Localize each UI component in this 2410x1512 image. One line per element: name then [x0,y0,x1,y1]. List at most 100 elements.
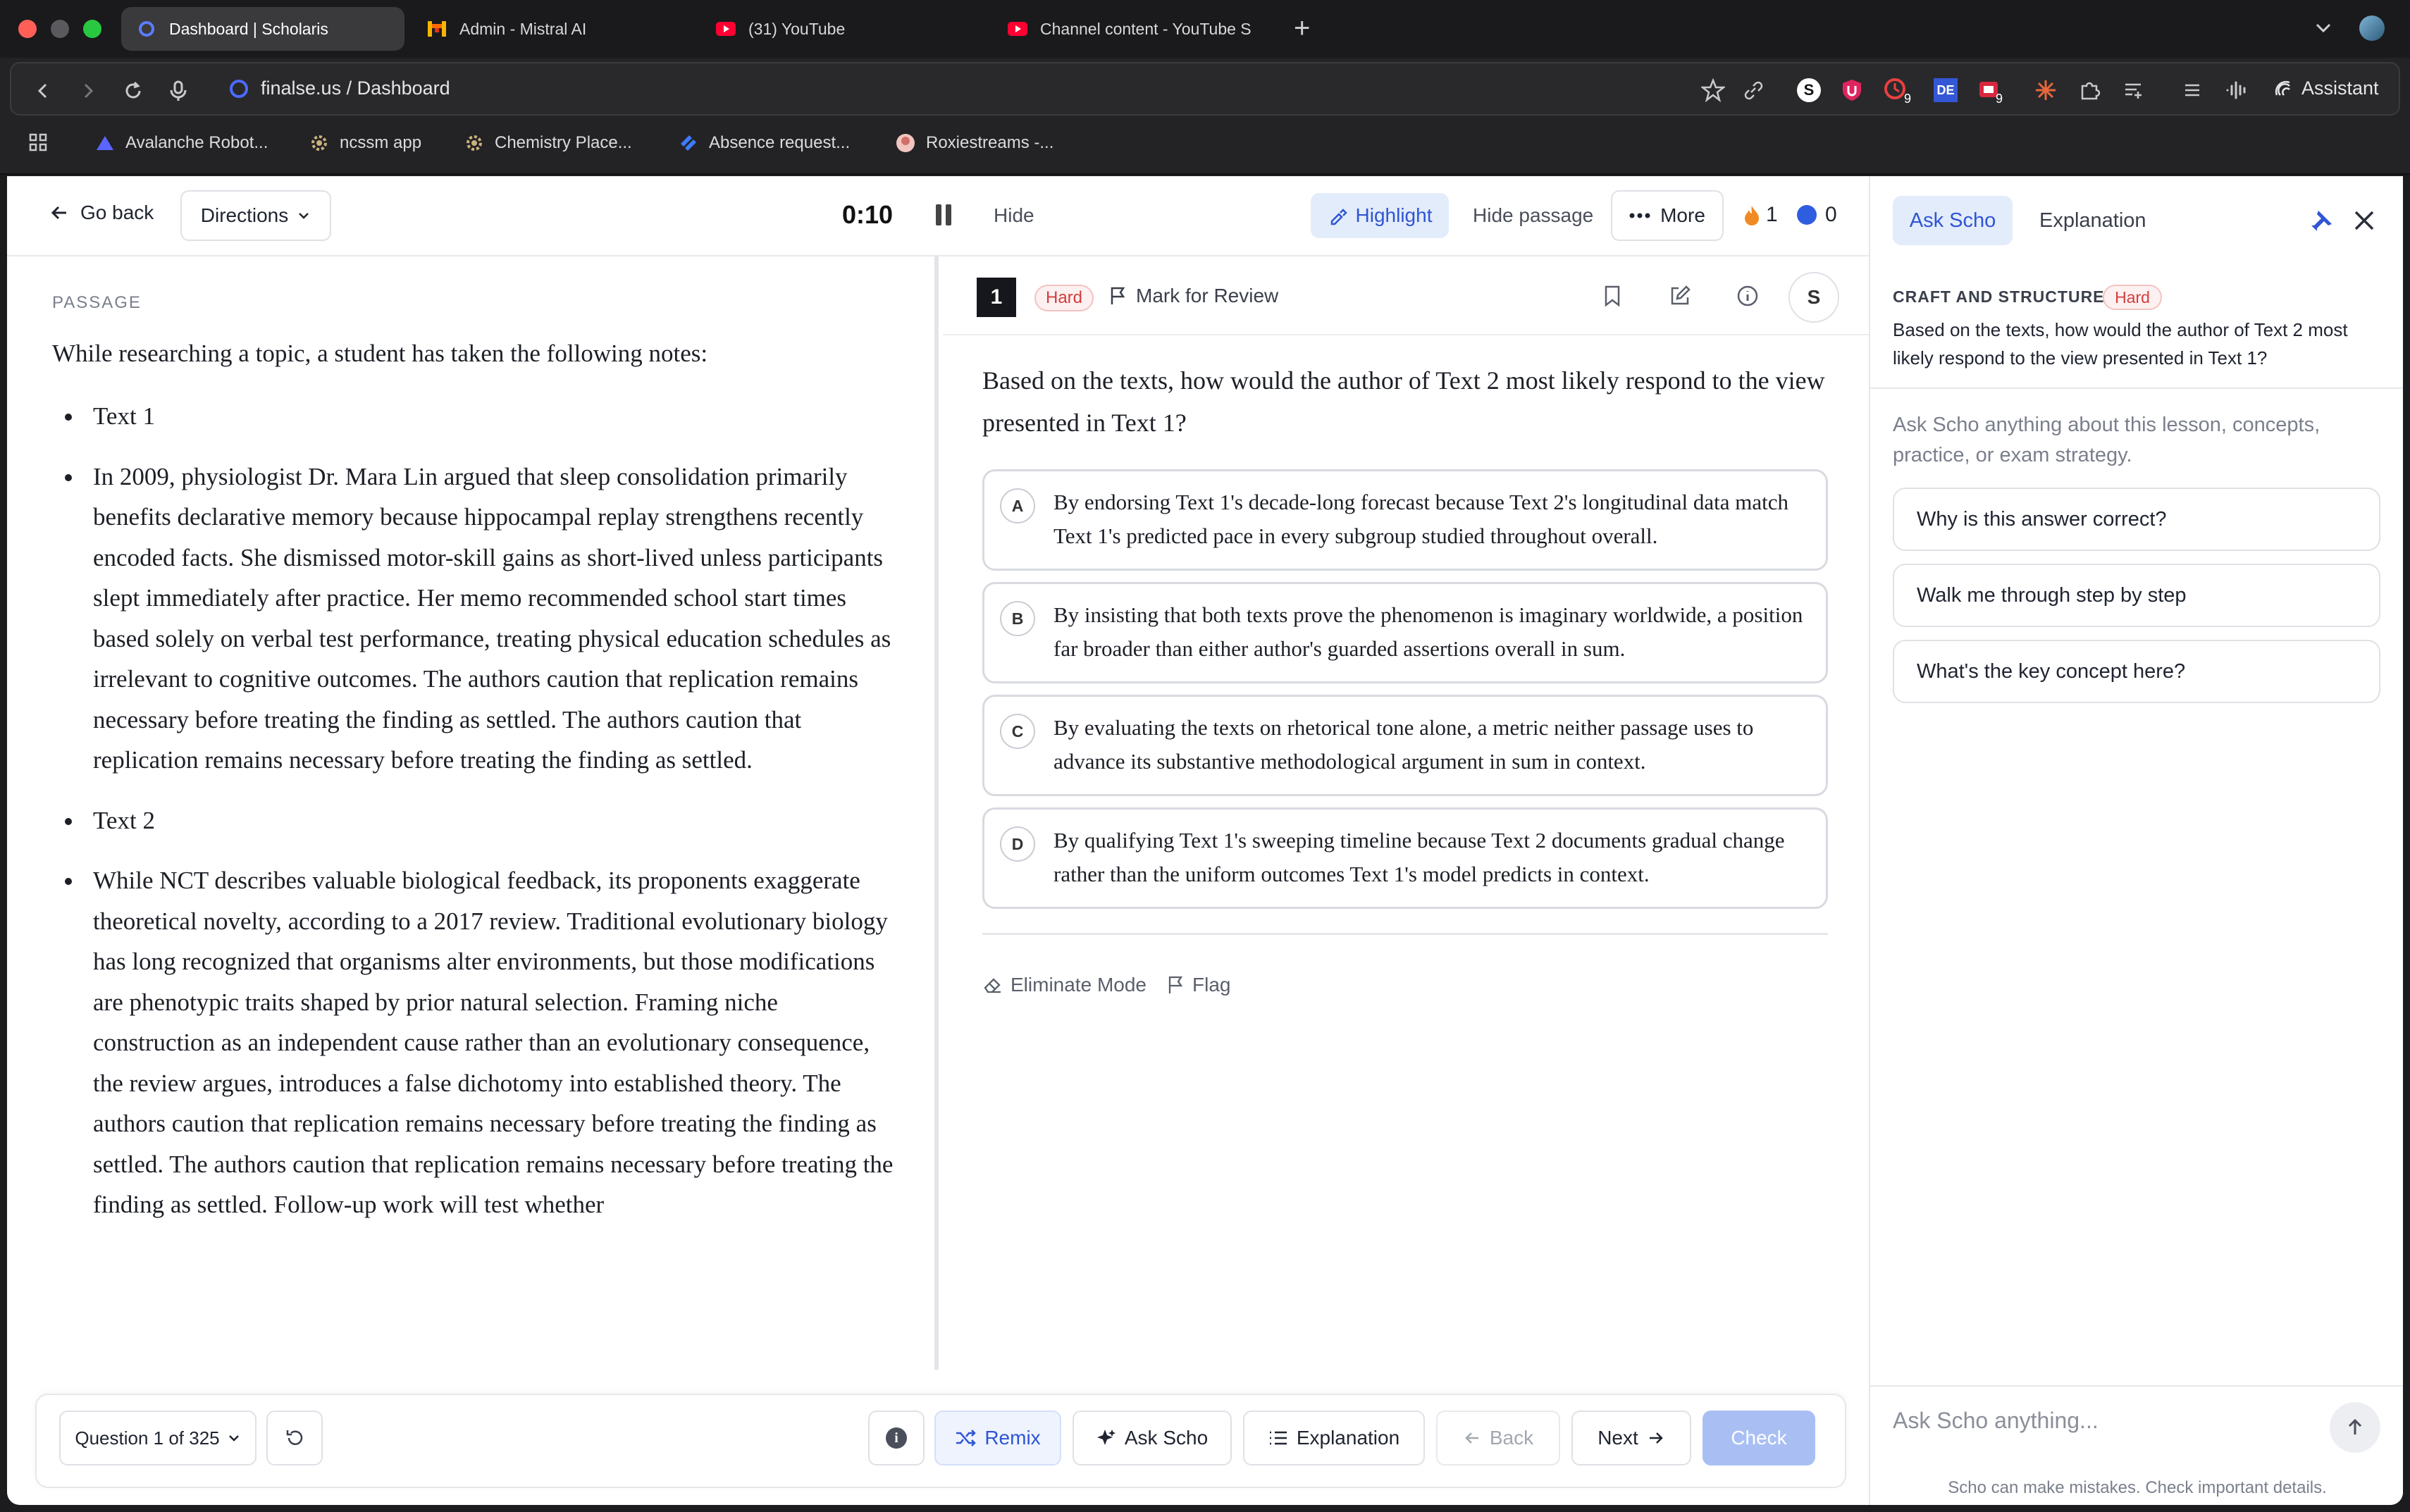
ask-scho-input[interactable]: Ask Scho anything... [1893,1408,2099,1434]
tab-youtube-channel[interactable]: Channel content - YouTube S [992,7,1274,51]
tab-ask-scho[interactable]: Ask Scho [1893,196,2013,245]
bookmark-star-icon[interactable] [1701,76,1725,104]
info-button[interactable]: i [868,1411,925,1465]
go-back-button[interactable]: Go back [49,202,154,224]
extension-de-icon[interactable]: DE [1934,76,1958,104]
pause-icon[interactable] [936,204,953,225]
arrow-right-icon [1647,1429,1665,1447]
chevron-down-icon [297,209,311,223]
link-icon[interactable] [1742,76,1765,104]
tab-dashboard[interactable]: Dashboard | Scholaris [121,7,404,51]
timer-extension-icon[interactable]: 9 [1883,76,1911,106]
pin-icon[interactable] [2309,209,2334,237]
directions-dropdown[interactable]: Directions [180,190,331,241]
tab-mistral[interactable]: Admin - Mistral AI [412,7,686,51]
send-button[interactable] [2330,1402,2380,1453]
ublock-shield-icon[interactable] [1841,76,1863,104]
suggestion-chip[interactable]: What's the key concept here? [1893,640,2380,703]
bookmark-label: Roxiestreams -... [926,133,1054,152]
flag-button[interactable]: Flag [1167,974,1230,996]
explanation-button[interactable]: Explanation [1243,1411,1425,1465]
user-avatar[interactable]: S [1788,272,1839,323]
hide-timer-button[interactable]: Hide [994,204,1034,227]
bookmark-avalanche[interactable]: Avalanche Robot... [94,132,268,154]
directions-label: Directions [200,204,289,226]
passage-note: Text 2 [52,800,898,841]
highlight-label: Highlight [1355,204,1433,226]
question-selector-dropdown[interactable]: Question 1 of 325 [59,1411,257,1465]
more-button[interactable]: More [1611,190,1724,241]
choice-letter: B [1000,601,1035,636]
apps-grid-icon[interactable] [28,132,48,152]
tab-youtube[interactable]: (31) YouTube [700,7,982,51]
close-window-button[interactable] [18,20,37,38]
flag-icon [1109,286,1126,306]
mark-for-review-label: Mark for Review [1136,285,1279,306]
chevron-down-icon[interactable] [2313,17,2334,42]
forward-arrow-icon[interactable] [76,79,100,103]
remix-button[interactable]: Remix [934,1411,1061,1465]
extension-s-icon[interactable]: S [1797,76,1821,104]
bookmark-label: Avalanche Robot... [125,133,268,152]
bookmark-chemistry[interactable]: Chemistry Place... [464,132,632,154]
edit-note-icon[interactable] [1666,282,1694,310]
reload-icon[interactable] [121,79,145,103]
new-tab-button[interactable]: + [1294,13,1310,44]
bookmark-label: ncssm app [340,133,422,152]
info-icon[interactable] [1734,282,1762,310]
mark-for-review-button[interactable]: Mark for Review [1109,285,1278,307]
close-icon[interactable] [2352,209,2376,236]
answer-choice-a[interactable]: A By endorsing Text 1's decade-long fore… [982,469,1828,571]
explanation-label: Explanation [1296,1427,1400,1449]
question-number: 1 [977,278,1016,317]
answer-choice-d[interactable]: D By qualifying Text 1's sweeping timeli… [982,807,1828,909]
check-button[interactable]: Check [1703,1411,1815,1465]
choice-letter: D [1000,826,1035,862]
back-button[interactable]: Back [1436,1411,1560,1465]
bookmark-roxiestreams[interactable]: Roxiestreams -... [895,132,1053,154]
url-domain: finalse.us [261,78,342,99]
sparkle-extension-icon[interactable] [2034,76,2058,104]
choice-text: By endorsing Text 1's decade-long foreca… [1053,490,1789,548]
profile-avatar[interactable] [2359,16,2385,41]
hide-label: Hide [994,204,1034,226]
choice-text: By insisting that both texts prove the p… [1053,602,1803,661]
tab-explanation[interactable]: Explanation [2039,196,2146,245]
sidebar-menu-icon[interactable] [2182,76,2203,104]
minimize-window-button[interactable] [51,20,69,38]
reset-button[interactable] [266,1411,323,1465]
assistant-button[interactable]: Assistant [2273,78,2379,99]
suggestion-chip[interactable]: Walk me through step by step [1893,564,2380,627]
bookmark-absence[interactable]: Absence request... [678,132,850,154]
list-icon [1268,1430,1288,1446]
microphone-icon[interactable] [166,79,190,103]
sparkle-icon [1096,1428,1116,1448]
maximize-window-button[interactable] [83,20,101,38]
address-bar-container: finalse.us / Dashboard S 9 DE 9 Assistan… [10,62,2400,116]
answer-choice-c[interactable]: C By evaluating the texts on rhetorical … [982,695,1828,796]
reading-list-icon[interactable] [2122,76,2145,104]
tab-title: (31) YouTube [748,19,846,38]
bookmark-ncssm[interactable]: ncssm app [309,132,421,154]
ask-scho-button[interactable]: Ask Scho [1073,1411,1232,1465]
bookmark-icon[interactable] [1598,282,1626,310]
flame-icon [1743,204,1760,225]
youtube-favicon-icon [716,19,736,39]
passage-note: Text 1 [52,396,898,437]
blue-dot-icon [1797,205,1817,225]
more-dots-icon [1629,213,1650,218]
url-field[interactable]: finalse.us / Dashboard [230,78,450,99]
highlight-button[interactable]: Highlight [1311,193,1449,238]
scholaris-favicon-icon [137,19,156,39]
question-text: Based on the texts, how would the author… [982,366,1825,437]
answer-choice-b[interactable]: B By insisting that both texts prove the… [982,582,1828,683]
hide-passage-button[interactable]: Hide passage [1473,204,1593,227]
audio-waveform-icon[interactable] [2225,76,2249,104]
suggestion-chip[interactable]: Why is this answer correct? [1893,488,2380,551]
eliminate-mode-button[interactable]: Eliminate Mode [982,974,1147,996]
ask-scho-label: Ask Scho [1124,1427,1209,1449]
red-extension-icon[interactable]: 9 [1977,76,2003,106]
next-button[interactable]: Next [1571,1411,1691,1465]
back-arrow-icon[interactable] [31,79,55,103]
puzzle-extensions-icon[interactable] [2079,76,2101,104]
